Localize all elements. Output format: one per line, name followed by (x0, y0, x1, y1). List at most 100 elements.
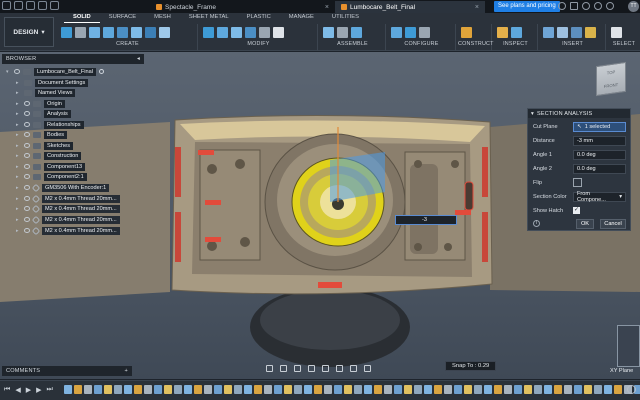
chevron-right-icon[interactable]: ▸ (16, 80, 21, 86)
eye-icon[interactable] (24, 164, 30, 169)
tab-lumbocare-belt[interactable]: Lumbocare_Belt_Final × (335, 1, 485, 13)
chevron-right-icon[interactable]: ▸ (16, 143, 21, 149)
distance-field[interactable]: -3 mm (573, 135, 626, 146)
timeline-feature[interactable] (224, 385, 232, 394)
configure-group[interactable]: CONFIGURE (388, 24, 456, 51)
timeline-feature[interactable] (484, 385, 492, 394)
timeline-feature[interactable] (304, 385, 312, 394)
grid-menu-icon[interactable] (2, 1, 11, 10)
chevron-right-icon[interactable]: ▸ (16, 196, 21, 202)
timeline-feature[interactable] (324, 385, 332, 394)
timeline-feature[interactable] (194, 385, 202, 394)
timeline-feature[interactable] (474, 385, 482, 394)
timeline-feature[interactable] (534, 385, 542, 394)
chevron-right-icon[interactable]: ▸ (16, 228, 21, 234)
timeline-feature[interactable] (604, 385, 612, 394)
timeline-feature[interactable] (404, 385, 412, 394)
radio-icon[interactable] (98, 69, 104, 74)
viewcube-front-label[interactable]: FRONT (597, 73, 625, 90)
assemble-group[interactable]: ASSEMBLE (320, 24, 386, 51)
timeline-feature[interactable] (164, 385, 172, 394)
pattern-icon[interactable] (145, 27, 156, 38)
timeline-feature[interactable] (94, 385, 102, 394)
timeline-feature[interactable] (354, 385, 362, 394)
show-hatch-checkbox[interactable]: ✓ (573, 207, 580, 214)
as-built-joint-icon[interactable] (351, 27, 362, 38)
eye-icon[interactable] (24, 153, 30, 158)
timeline-feature[interactable] (314, 385, 322, 394)
timeline-feature[interactable] (584, 385, 592, 394)
construct-group[interactable]: CONSTRUCT (458, 24, 493, 51)
timeline-feature[interactable] (614, 385, 622, 394)
bell-icon[interactable] (594, 2, 602, 10)
avatar[interactable]: TT (628, 1, 639, 12)
revolve-icon[interactable] (103, 27, 114, 38)
browser-item-relationships[interactable]: ▸ Relationships (16, 120, 84, 129)
tab-manage[interactable]: MANAGE (280, 13, 323, 23)
next-icon[interactable]: ▶ (36, 386, 41, 394)
browser-item-construction[interactable]: ▸ Construction (16, 151, 82, 160)
viewports-icon[interactable] (364, 364, 371, 372)
file-icon[interactable] (14, 1, 23, 10)
undo-icon[interactable] (38, 1, 47, 10)
timeline-feature[interactable] (74, 385, 82, 394)
section-color-dropdown[interactable]: From Compone... ▾ (573, 191, 626, 203)
eye-icon[interactable] (24, 228, 30, 233)
fillet-icon[interactable] (217, 27, 228, 38)
timeline-feature[interactable] (544, 385, 552, 394)
eye-icon[interactable] (24, 143, 30, 148)
browser-item-document-settings[interactable]: ▸ Document Settings (16, 78, 89, 87)
insert-derive-icon[interactable] (543, 27, 554, 38)
timeline-feature[interactable] (154, 385, 162, 394)
press-pull-icon[interactable] (203, 27, 214, 38)
modify-group[interactable]: MODIFY (200, 24, 318, 51)
canvas-icon[interactable] (571, 27, 582, 38)
add-icon[interactable] (558, 2, 566, 10)
theme-icon[interactable] (419, 27, 430, 38)
timeline-feature[interactable] (284, 385, 292, 394)
decal-icon[interactable] (557, 27, 568, 38)
browser-item-origin[interactable]: ▸ Origin (16, 99, 65, 108)
select-icon[interactable] (611, 27, 622, 38)
add-icon[interactable]: + (125, 368, 128, 374)
plane-icon[interactable] (461, 27, 472, 38)
chevron-right-icon[interactable]: ▸ (16, 132, 21, 138)
browser-item-screw-1[interactable]: ▸ M2 x 0.4mm Thread 20mm... (16, 194, 120, 203)
select-group[interactable]: SELECT (608, 24, 640, 51)
info-icon[interactable]: i (533, 220, 540, 227)
chevron-right-icon[interactable]: ▸ (16, 111, 21, 117)
timeline-feature[interactable] (214, 385, 222, 394)
close-icon[interactable]: × (325, 4, 329, 11)
flip-icon[interactable] (573, 178, 582, 187)
display-settings-icon[interactable] (336, 364, 343, 372)
extrude-icon[interactable] (89, 27, 100, 38)
timeline-feature[interactable] (594, 385, 602, 394)
gear-icon[interactable] (627, 385, 636, 394)
new-component-icon[interactable] (323, 27, 334, 38)
timeline-feature[interactable] (434, 385, 442, 394)
timeline-feature[interactable] (504, 385, 512, 394)
chamfer-icon[interactable] (231, 27, 242, 38)
angle1-field[interactable]: 0.0 deg (573, 149, 626, 160)
grid-icon[interactable] (350, 364, 357, 372)
redo-icon[interactable] (50, 1, 59, 10)
hole-icon[interactable] (117, 27, 128, 38)
timeline-feature[interactable] (174, 385, 182, 394)
comments-panel[interactable]: COMMENTS + (2, 366, 132, 376)
eye-icon[interactable] (24, 206, 30, 211)
mirror-icon[interactable] (159, 27, 170, 38)
table-icon[interactable] (405, 27, 416, 38)
tab-solid[interactable]: SOLID (64, 13, 100, 23)
timeline-feature[interactable] (144, 385, 152, 394)
timeline-feature[interactable] (494, 385, 502, 394)
plans-button[interactable]: See plans and pricing (494, 1, 560, 12)
timeline-feature[interactable] (134, 385, 142, 394)
configure-icon[interactable] (391, 27, 402, 38)
eye-icon[interactable] (24, 111, 30, 116)
timeline-feature[interactable] (514, 385, 522, 394)
cancel-button[interactable]: Cancel (600, 219, 626, 229)
shell-icon[interactable] (245, 27, 256, 38)
joint-icon[interactable] (337, 27, 348, 38)
eye-icon[interactable] (24, 132, 30, 137)
browser-item-screw-3[interactable]: ▸ M2 x 0.4mm Thread 20mm... (16, 215, 120, 224)
